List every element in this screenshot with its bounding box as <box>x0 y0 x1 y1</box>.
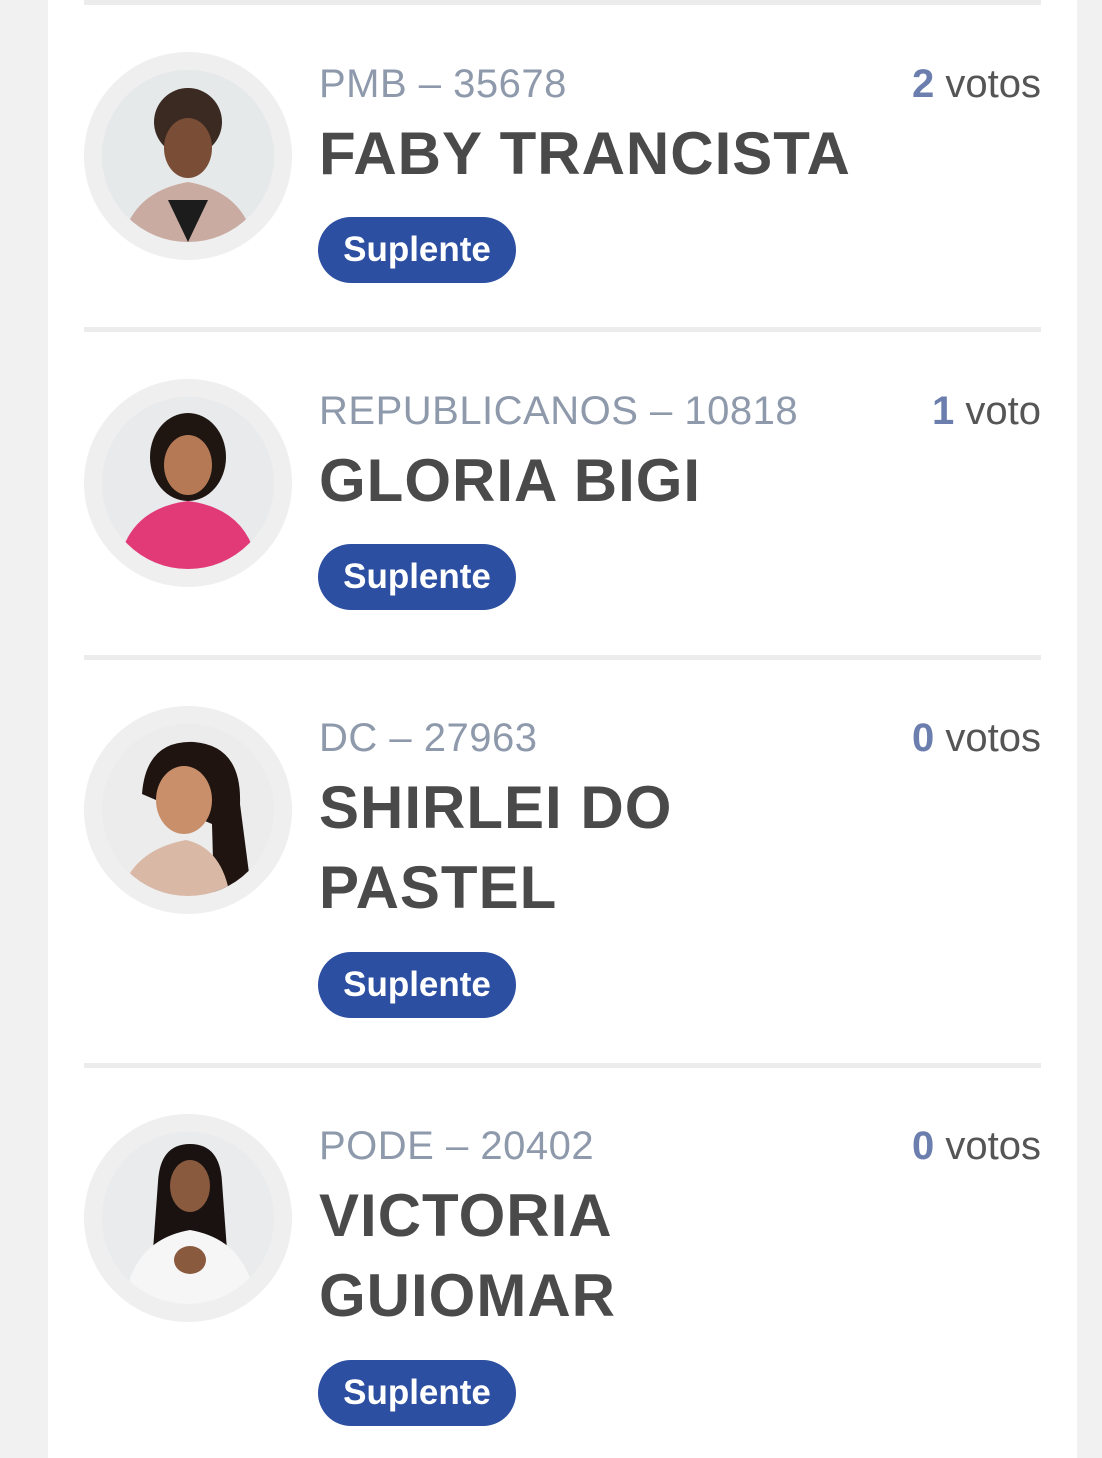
vote-unit: votos <box>945 1124 1041 1168</box>
candidate-name: FABY TRANCISTA <box>319 120 851 187</box>
vote-count: 2 votos <box>912 64 1041 104</box>
candidate-name: SHIRLEI DO PASTEL <box>319 774 673 921</box>
divider <box>84 0 1041 5</box>
divider <box>84 327 1041 332</box>
candidate-avatar <box>84 706 292 914</box>
candidate-row[interactable]: PODE – 20402 0 votos VICTORIA GUIOMAR Su… <box>84 1114 1041 1458</box>
status-badge: Suplente <box>318 1360 516 1426</box>
candidate-row[interactable]: DC – 27963 0 votos SHIRLEI DO PASTEL Sup… <box>84 706 1041 1064</box>
vote-unit: votos <box>945 716 1041 760</box>
divider <box>84 655 1041 660</box>
status-badge: Suplente <box>318 952 516 1018</box>
candidate-name: GLORIA BIGI <box>319 447 702 514</box>
candidate-row[interactable]: REPUBLICANOS – 10818 1 voto GLORIA BIGI … <box>84 379 1041 655</box>
party-number: PODE – 20402 <box>319 1124 595 1168</box>
vote-number: 0 <box>912 716 935 760</box>
party-number: DC – 27963 <box>319 716 538 760</box>
status-badge: Suplente <box>318 217 516 283</box>
vote-unit: votos <box>945 62 1041 106</box>
candidate-avatar <box>84 52 292 260</box>
vote-number: 0 <box>912 1124 935 1168</box>
vote-number: 1 <box>932 389 955 433</box>
vote-count: 0 votos <box>912 718 1041 758</box>
vote-count: 0 votos <box>912 1126 1041 1166</box>
divider <box>84 1063 1041 1068</box>
candidate-name: VICTORIA GUIOMAR <box>319 1182 616 1329</box>
party-number: PMB – 35678 <box>319 62 567 106</box>
status-badge: Suplente <box>318 544 516 610</box>
party-number: REPUBLICANOS – 10818 <box>319 389 799 433</box>
candidate-avatar <box>84 1114 292 1322</box>
vote-unit: voto <box>965 389 1041 433</box>
vote-count: 1 voto <box>932 391 1041 431</box>
candidate-row[interactable]: PMB – 35678 2 votos FABY TRANCISTA Suple… <box>84 52 1041 328</box>
candidate-avatar <box>84 379 292 587</box>
vote-number: 2 <box>912 62 935 106</box>
